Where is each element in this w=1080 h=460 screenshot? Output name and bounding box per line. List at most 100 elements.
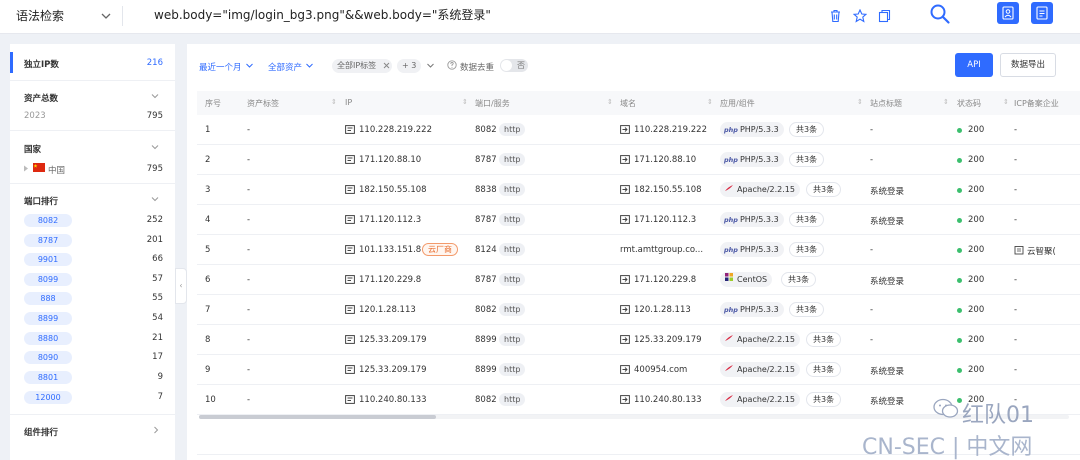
ip-detail-icon[interactable] (345, 185, 355, 197)
table-row[interactable]: 6 - 171.120.229.8 8787 http 171.120.229.8 Cent… (197, 265, 1080, 295)
ip-detail-icon[interactable] (345, 395, 355, 407)
icp-company[interactable]: 云智聚( (1027, 245, 1056, 257)
header-title[interactable]: 站点标题 (870, 98, 902, 109)
open-link-icon[interactable] (620, 305, 630, 317)
ip-address[interactable]: 110.228.219.222 (359, 125, 432, 135)
chevron-down-icon[interactable] (150, 142, 160, 152)
dedupe-toggle[interactable]: 否 (500, 59, 528, 72)
open-link-icon[interactable] (620, 335, 630, 347)
chevron-down-icon[interactable] (150, 194, 160, 204)
port[interactable]: 8787 (475, 215, 497, 225)
app-tag[interactable]: Apache/2.2.15 (720, 392, 800, 407)
sort-icon[interactable]: ⇕ (331, 98, 337, 106)
ip-detail-icon[interactable] (345, 155, 355, 167)
domain[interactable]: 171.120.229.8 (634, 275, 696, 285)
ip-detail-icon[interactable] (345, 305, 355, 317)
ip-address[interactable]: 101.133.151.8 (359, 245, 421, 255)
open-link-icon[interactable] (620, 215, 630, 227)
api-button[interactable]: API (955, 53, 993, 77)
more-apps-tag[interactable]: 共3条 (806, 362, 842, 377)
component-rank-label[interactable]: 组件排行 (24, 426, 58, 438)
chevron-down-icon[interactable] (100, 10, 112, 22)
header-ip[interactable]: IP (345, 98, 352, 107)
ip-address[interactable]: 125.33.209.179 (359, 365, 427, 375)
domain[interactable]: 400954.com (634, 365, 687, 375)
port-pill[interactable]: 8899 (24, 312, 72, 325)
sort-icon[interactable]: ⇕ (462, 98, 468, 106)
port[interactable]: 8787 (475, 155, 497, 165)
port-pill[interactable]: 8801 (24, 371, 72, 384)
port[interactable]: 8899 (475, 335, 497, 345)
ip-detail-icon[interactable] (345, 245, 355, 257)
app-tag[interactable]: php PHP/5.3.3 (720, 242, 784, 257)
asset-filter[interactable]: 全部资产 (268, 61, 302, 73)
app-tag[interactable]: php PHP/5.3.3 (720, 152, 784, 167)
ip-detail-icon[interactable] (345, 125, 355, 137)
ip-address[interactable]: 171.120.112.3 (359, 215, 421, 225)
profile-icon[interactable] (997, 2, 1019, 24)
country-label[interactable]: 国家 (24, 143, 41, 155)
port[interactable]: 8082 (475, 395, 497, 405)
syntax-mode-select[interactable]: 语法检索 (16, 7, 64, 24)
table-row[interactable]: 3 - 182.150.55.108 8838 http 182.150.55.108 Ap… (197, 175, 1080, 205)
open-link-icon[interactable] (620, 395, 630, 407)
chevron-down-icon[interactable] (426, 61, 435, 70)
chevron-right-icon[interactable] (151, 425, 161, 435)
header-port[interactable]: 端口/服务 (475, 98, 510, 109)
domain[interactable]: 120.1.28.113 (634, 305, 691, 315)
port[interactable]: 8082 (475, 305, 497, 315)
country-item[interactable]: 中国 (48, 164, 65, 176)
app-tag[interactable]: php PHP/5.3.3 (720, 302, 784, 317)
port-pill[interactable]: 888 (24, 292, 72, 305)
open-link-icon[interactable] (620, 275, 630, 287)
table-row[interactable]: 4 - 171.120.112.3 8787 http 171.120.112.3 php P… (197, 205, 1080, 235)
chevron-down-icon[interactable] (245, 61, 254, 70)
app-tag[interactable]: CentOS (720, 272, 773, 287)
domain[interactable]: 182.150.55.108 (634, 185, 702, 195)
app-tag[interactable]: php PHP/5.3.3 (720, 212, 784, 227)
more-apps-tag[interactable]: 共3条 (781, 272, 817, 287)
header-domain[interactable]: 域名 (620, 98, 636, 109)
chevron-down-icon[interactable] (150, 91, 160, 101)
more-apps-tag[interactable]: 共3条 (789, 302, 825, 317)
ip-detail-icon[interactable] (345, 335, 355, 347)
open-link-icon[interactable] (620, 155, 630, 167)
sort-icon[interactable]: ⇕ (1003, 98, 1009, 106)
port[interactable]: 8124 (475, 245, 497, 255)
port-pill[interactable]: 8787 (24, 234, 72, 247)
ip-address[interactable]: 182.150.55.108 (359, 185, 427, 195)
more-apps-tag[interactable]: 共3条 (789, 122, 825, 137)
ip-address[interactable]: 125.33.209.179 (359, 335, 427, 345)
port-pill[interactable]: 8090 (24, 351, 72, 364)
export-button[interactable]: 数据导出 (1000, 53, 1056, 77)
ip-detail-icon[interactable] (345, 215, 355, 227)
app-tag[interactable]: Apache/2.2.15 (720, 182, 800, 197)
domain[interactable]: 125.33.209.179 (634, 335, 702, 345)
table-row[interactable]: 5 - 101.133.151.8 云厂商 8124 http rmt.amttgroup.… (197, 235, 1080, 265)
open-link-icon[interactable] (620, 365, 630, 377)
domain[interactable]: 110.240.80.133 (634, 395, 702, 405)
search-icon[interactable] (929, 3, 951, 25)
ip-address[interactable]: 110.240.80.133 (359, 395, 427, 405)
ip-address[interactable]: 120.1.28.113 (359, 305, 416, 315)
document-icon[interactable] (1031, 2, 1053, 24)
port[interactable]: 8787 (475, 275, 497, 285)
table-row[interactable]: 7 - 120.1.28.113 8082 http 120.1.28.113 php PHP… (197, 295, 1080, 325)
copy-icon[interactable] (878, 9, 891, 23)
port-rank-label[interactable]: 端口排行 (24, 195, 58, 207)
ip-address[interactable]: 171.120.88.10 (359, 155, 421, 165)
table-row[interactable]: 9 - 125.33.209.179 8899 http 400954.com Apache… (197, 355, 1080, 385)
sidebar-collapse-handle[interactable]: ‹ (175, 268, 187, 304)
caret-right-icon[interactable] (23, 165, 29, 172)
ip-detail-icon[interactable] (345, 365, 355, 377)
open-link-icon[interactable] (620, 125, 630, 137)
app-tag[interactable]: Apache/2.2.15 (720, 362, 800, 377)
total-assets-label[interactable]: 资产总数 (24, 92, 58, 104)
time-filter[interactable]: 最近一个月 (199, 61, 242, 73)
sort-icon[interactable]: ⇕ (607, 98, 613, 106)
close-icon[interactable] (383, 62, 390, 69)
app-tag[interactable]: php PHP/5.3.3 (720, 122, 784, 137)
delete-icon[interactable] (829, 9, 842, 23)
more-apps-tag[interactable]: 共3条 (789, 212, 825, 227)
sort-icon[interactable]: ⇕ (857, 98, 863, 106)
